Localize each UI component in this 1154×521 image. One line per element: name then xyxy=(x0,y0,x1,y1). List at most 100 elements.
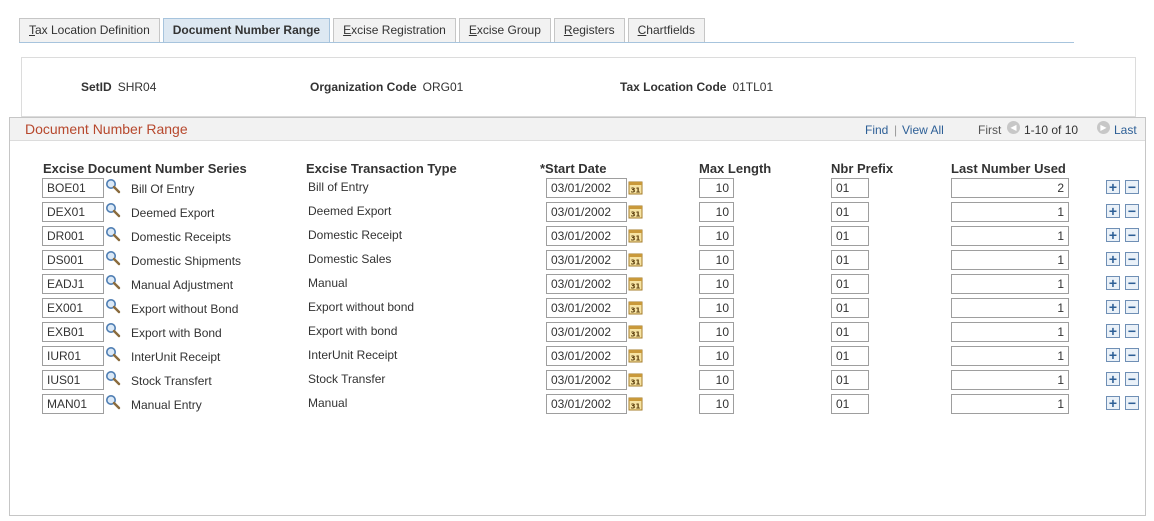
last-number-used-input[interactable]: 1 xyxy=(951,346,1069,366)
calendar-icon[interactable]: 31 xyxy=(628,372,643,387)
prefix-input[interactable]: 01 xyxy=(831,202,869,222)
series-input[interactable]: DR001 xyxy=(42,226,104,246)
add-row-button[interactable]: + xyxy=(1106,180,1120,194)
add-row-button[interactable]: + xyxy=(1106,372,1120,386)
magnifier-icon[interactable] xyxy=(105,250,121,266)
tab-tax-location-definition[interactable]: Tax Location Definition xyxy=(19,18,160,42)
series-input[interactable]: DS001 xyxy=(42,250,104,270)
delete-row-button[interactable]: − xyxy=(1125,228,1139,242)
series-input[interactable]: DEX01 xyxy=(42,202,104,222)
delete-row-button[interactable]: − xyxy=(1125,396,1139,410)
last-number-used-input[interactable]: 1 xyxy=(951,370,1069,390)
start-date-input[interactable]: 03/01/2002 xyxy=(546,178,627,198)
series-input[interactable]: EX001 xyxy=(42,298,104,318)
series-input[interactable]: IUR01 xyxy=(42,346,104,366)
max-length-input[interactable]: 10 xyxy=(699,274,734,294)
magnifier-icon[interactable] xyxy=(105,394,121,410)
magnifier-icon[interactable] xyxy=(105,202,121,218)
start-date-input[interactable]: 03/01/2002 xyxy=(546,226,627,246)
max-length-input[interactable]: 10 xyxy=(699,250,734,270)
chevron-right-icon[interactable]: ▶ xyxy=(1097,121,1110,134)
max-length-input[interactable]: 10 xyxy=(699,298,734,318)
magnifier-icon[interactable] xyxy=(105,226,121,242)
prefix-input[interactable]: 01 xyxy=(831,298,869,318)
last-number-used-input[interactable]: 1 xyxy=(951,394,1069,414)
delete-row-button[interactable]: − xyxy=(1125,204,1139,218)
start-date-input[interactable]: 03/01/2002 xyxy=(546,274,627,294)
series-input[interactable]: IUS01 xyxy=(42,370,104,390)
delete-row-button[interactable]: − xyxy=(1125,324,1139,338)
prefix-input[interactable]: 01 xyxy=(831,178,869,198)
add-row-button[interactable]: + xyxy=(1106,396,1120,410)
calendar-icon[interactable]: 31 xyxy=(628,204,643,219)
series-input[interactable]: BOE01 xyxy=(42,178,104,198)
max-length-input[interactable]: 10 xyxy=(699,322,734,342)
prefix-input[interactable]: 01 xyxy=(831,394,869,414)
magnifier-icon[interactable] xyxy=(105,274,121,290)
delete-row-button[interactable]: − xyxy=(1125,252,1139,266)
calendar-icon[interactable]: 31 xyxy=(628,252,643,267)
max-length-input[interactable]: 10 xyxy=(699,346,734,366)
magnifier-icon[interactable] xyxy=(105,298,121,314)
calendar-icon[interactable]: 31 xyxy=(628,228,643,243)
magnifier-icon[interactable] xyxy=(105,370,121,386)
tab-document-number-range[interactable]: Document Number Range xyxy=(162,18,331,43)
add-row-button[interactable]: + xyxy=(1106,276,1120,290)
last-number-used-input[interactable]: 1 xyxy=(951,298,1069,318)
prefix-input[interactable]: 01 xyxy=(831,370,869,390)
series-input[interactable]: EXB01 xyxy=(42,322,104,342)
tab-excise-group[interactable]: Excise Group xyxy=(458,18,551,42)
series-input[interactable]: MAN01 xyxy=(42,394,104,414)
start-date-input[interactable]: 03/01/2002 xyxy=(546,250,627,270)
chevron-left-icon[interactable]: ◀ xyxy=(1007,121,1020,134)
add-row-button[interactable]: + xyxy=(1106,300,1120,314)
add-row-button[interactable]: + xyxy=(1106,348,1120,362)
last-link[interactable]: Last xyxy=(1114,123,1137,137)
magnifier-icon[interactable] xyxy=(105,346,121,362)
start-date-input[interactable]: 03/01/2002 xyxy=(546,322,627,342)
add-row-button[interactable]: + xyxy=(1106,228,1120,242)
last-number-used-input[interactable]: 1 xyxy=(951,250,1069,270)
calendar-icon[interactable]: 31 xyxy=(628,300,643,315)
calendar-icon[interactable]: 31 xyxy=(628,348,643,363)
magnifier-icon[interactable] xyxy=(105,178,121,194)
prefix-input[interactable]: 01 xyxy=(831,226,869,246)
add-row-button[interactable]: + xyxy=(1106,324,1120,338)
last-number-used-input[interactable]: 1 xyxy=(951,274,1069,294)
prefix-input[interactable]: 01 xyxy=(831,322,869,342)
max-length-input[interactable]: 10 xyxy=(699,178,734,198)
max-length-input[interactable]: 10 xyxy=(699,370,734,390)
start-date-input[interactable]: 03/01/2002 xyxy=(546,370,627,390)
tab-chartfields[interactable]: Chartfields xyxy=(627,18,705,42)
prefix-input[interactable]: 01 xyxy=(831,250,869,270)
calendar-icon[interactable]: 31 xyxy=(628,180,643,195)
magnifier-icon[interactable] xyxy=(105,322,121,338)
prefix-input[interactable]: 01 xyxy=(831,346,869,366)
add-row-button[interactable]: + xyxy=(1106,252,1120,266)
max-length-input[interactable]: 10 xyxy=(699,202,734,222)
last-number-used-input[interactable]: 1 xyxy=(951,226,1069,246)
delete-row-button[interactable]: − xyxy=(1125,300,1139,314)
calendar-icon[interactable]: 31 xyxy=(628,324,643,339)
tab-excise-registration[interactable]: Excise Registration xyxy=(333,18,456,42)
max-length-input[interactable]: 10 xyxy=(699,226,734,246)
max-length-input[interactable]: 10 xyxy=(699,394,734,414)
prefix-input[interactable]: 01 xyxy=(831,274,869,294)
series-input[interactable]: EADJ1 xyxy=(42,274,104,294)
calendar-icon[interactable]: 31 xyxy=(628,396,643,411)
view-all-link[interactable]: View All xyxy=(902,123,944,137)
start-date-input[interactable]: 03/01/2002 xyxy=(546,346,627,366)
first-link[interactable]: First xyxy=(978,123,1001,137)
start-date-input[interactable]: 03/01/2002 xyxy=(546,202,627,222)
delete-row-button[interactable]: − xyxy=(1125,276,1139,290)
last-number-used-input[interactable]: 1 xyxy=(951,202,1069,222)
find-link[interactable]: Find xyxy=(865,123,888,137)
add-row-button[interactable]: + xyxy=(1106,204,1120,218)
last-number-used-input[interactable]: 1 xyxy=(951,322,1069,342)
start-date-input[interactable]: 03/01/2002 xyxy=(546,394,627,414)
delete-row-button[interactable]: − xyxy=(1125,348,1139,362)
tab-registers[interactable]: Registers xyxy=(553,18,625,42)
last-number-used-input[interactable]: 2 xyxy=(951,178,1069,198)
start-date-input[interactable]: 03/01/2002 xyxy=(546,298,627,318)
delete-row-button[interactable]: − xyxy=(1125,180,1139,194)
